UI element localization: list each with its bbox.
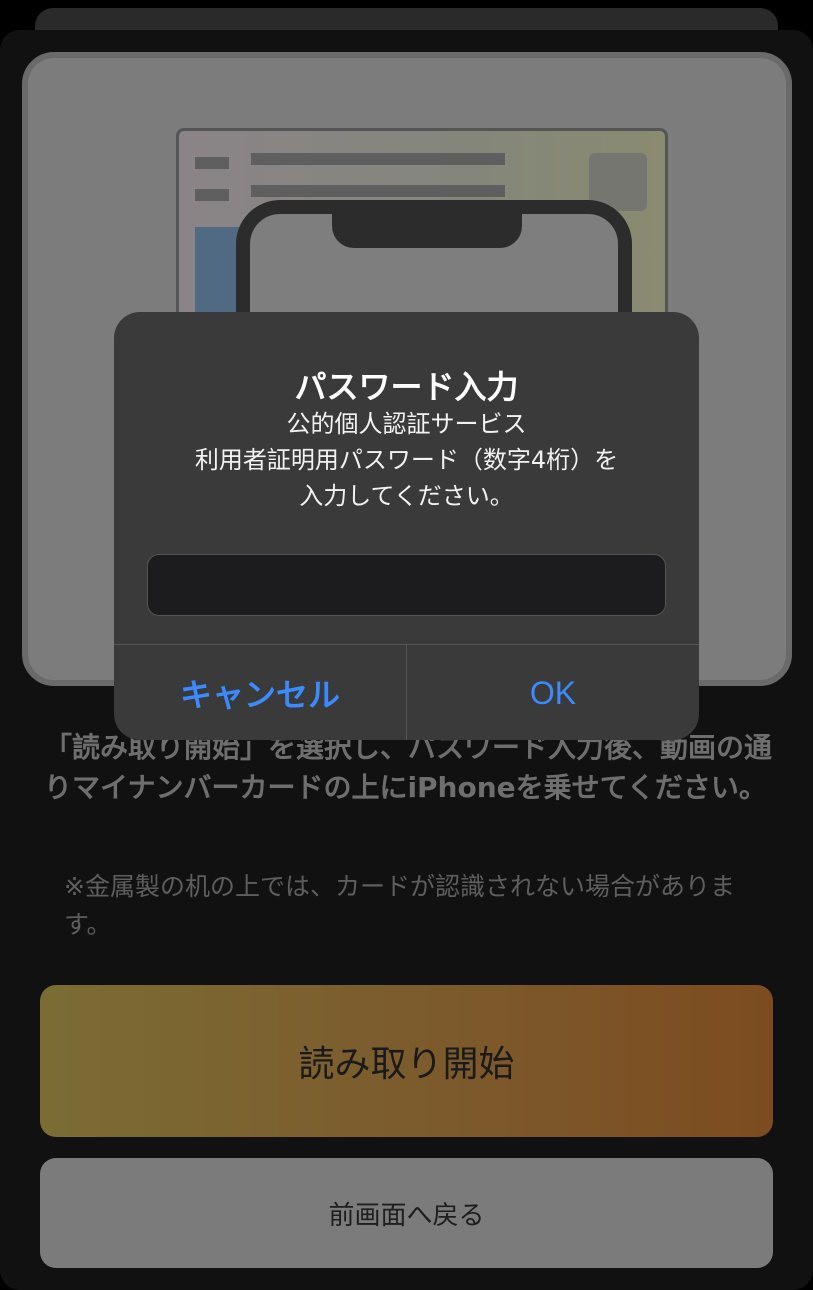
dialog-message-line: 利用者証明用パスワード（数字4桁）を <box>194 446 619 474</box>
phone-notch <box>332 212 522 248</box>
password-dialog: パスワード入力 公的個人認証サービス 利用者証明用パスワード（数字4桁）を 入力… <box>114 312 699 740</box>
card-line <box>195 157 229 169</box>
dialog-message-line: 公的個人認証サービス <box>286 410 527 438</box>
dialog-message-line: 入力してください。 <box>299 482 514 510</box>
card-line <box>251 153 505 165</box>
dialog-title: パスワード入力 <box>294 368 519 406</box>
warning-note: ※金属製の机の上では、カードが認識されない場合があります。 <box>64 872 735 939</box>
ok-button[interactable]: OK <box>407 645 699 740</box>
cancel-button[interactable]: キャンセル <box>114 645 407 740</box>
instruction-text: 「読み取り開始」を選択し、パスワード入力後、動画の通りマイナンバーカードの上にi… <box>44 731 773 804</box>
start-reading-button[interactable]: 読み取り開始 <box>40 985 773 1137</box>
dialog-actions: キャンセル OK <box>114 644 699 740</box>
card-line <box>195 189 229 201</box>
dialog-message: 公的個人認証サービス 利用者証明用パスワード（数字4桁）を 入力してください。 <box>114 406 699 514</box>
password-input[interactable] <box>147 554 666 616</box>
card-line <box>251 185 505 197</box>
back-button[interactable]: 前画面へ戻る <box>40 1158 773 1268</box>
